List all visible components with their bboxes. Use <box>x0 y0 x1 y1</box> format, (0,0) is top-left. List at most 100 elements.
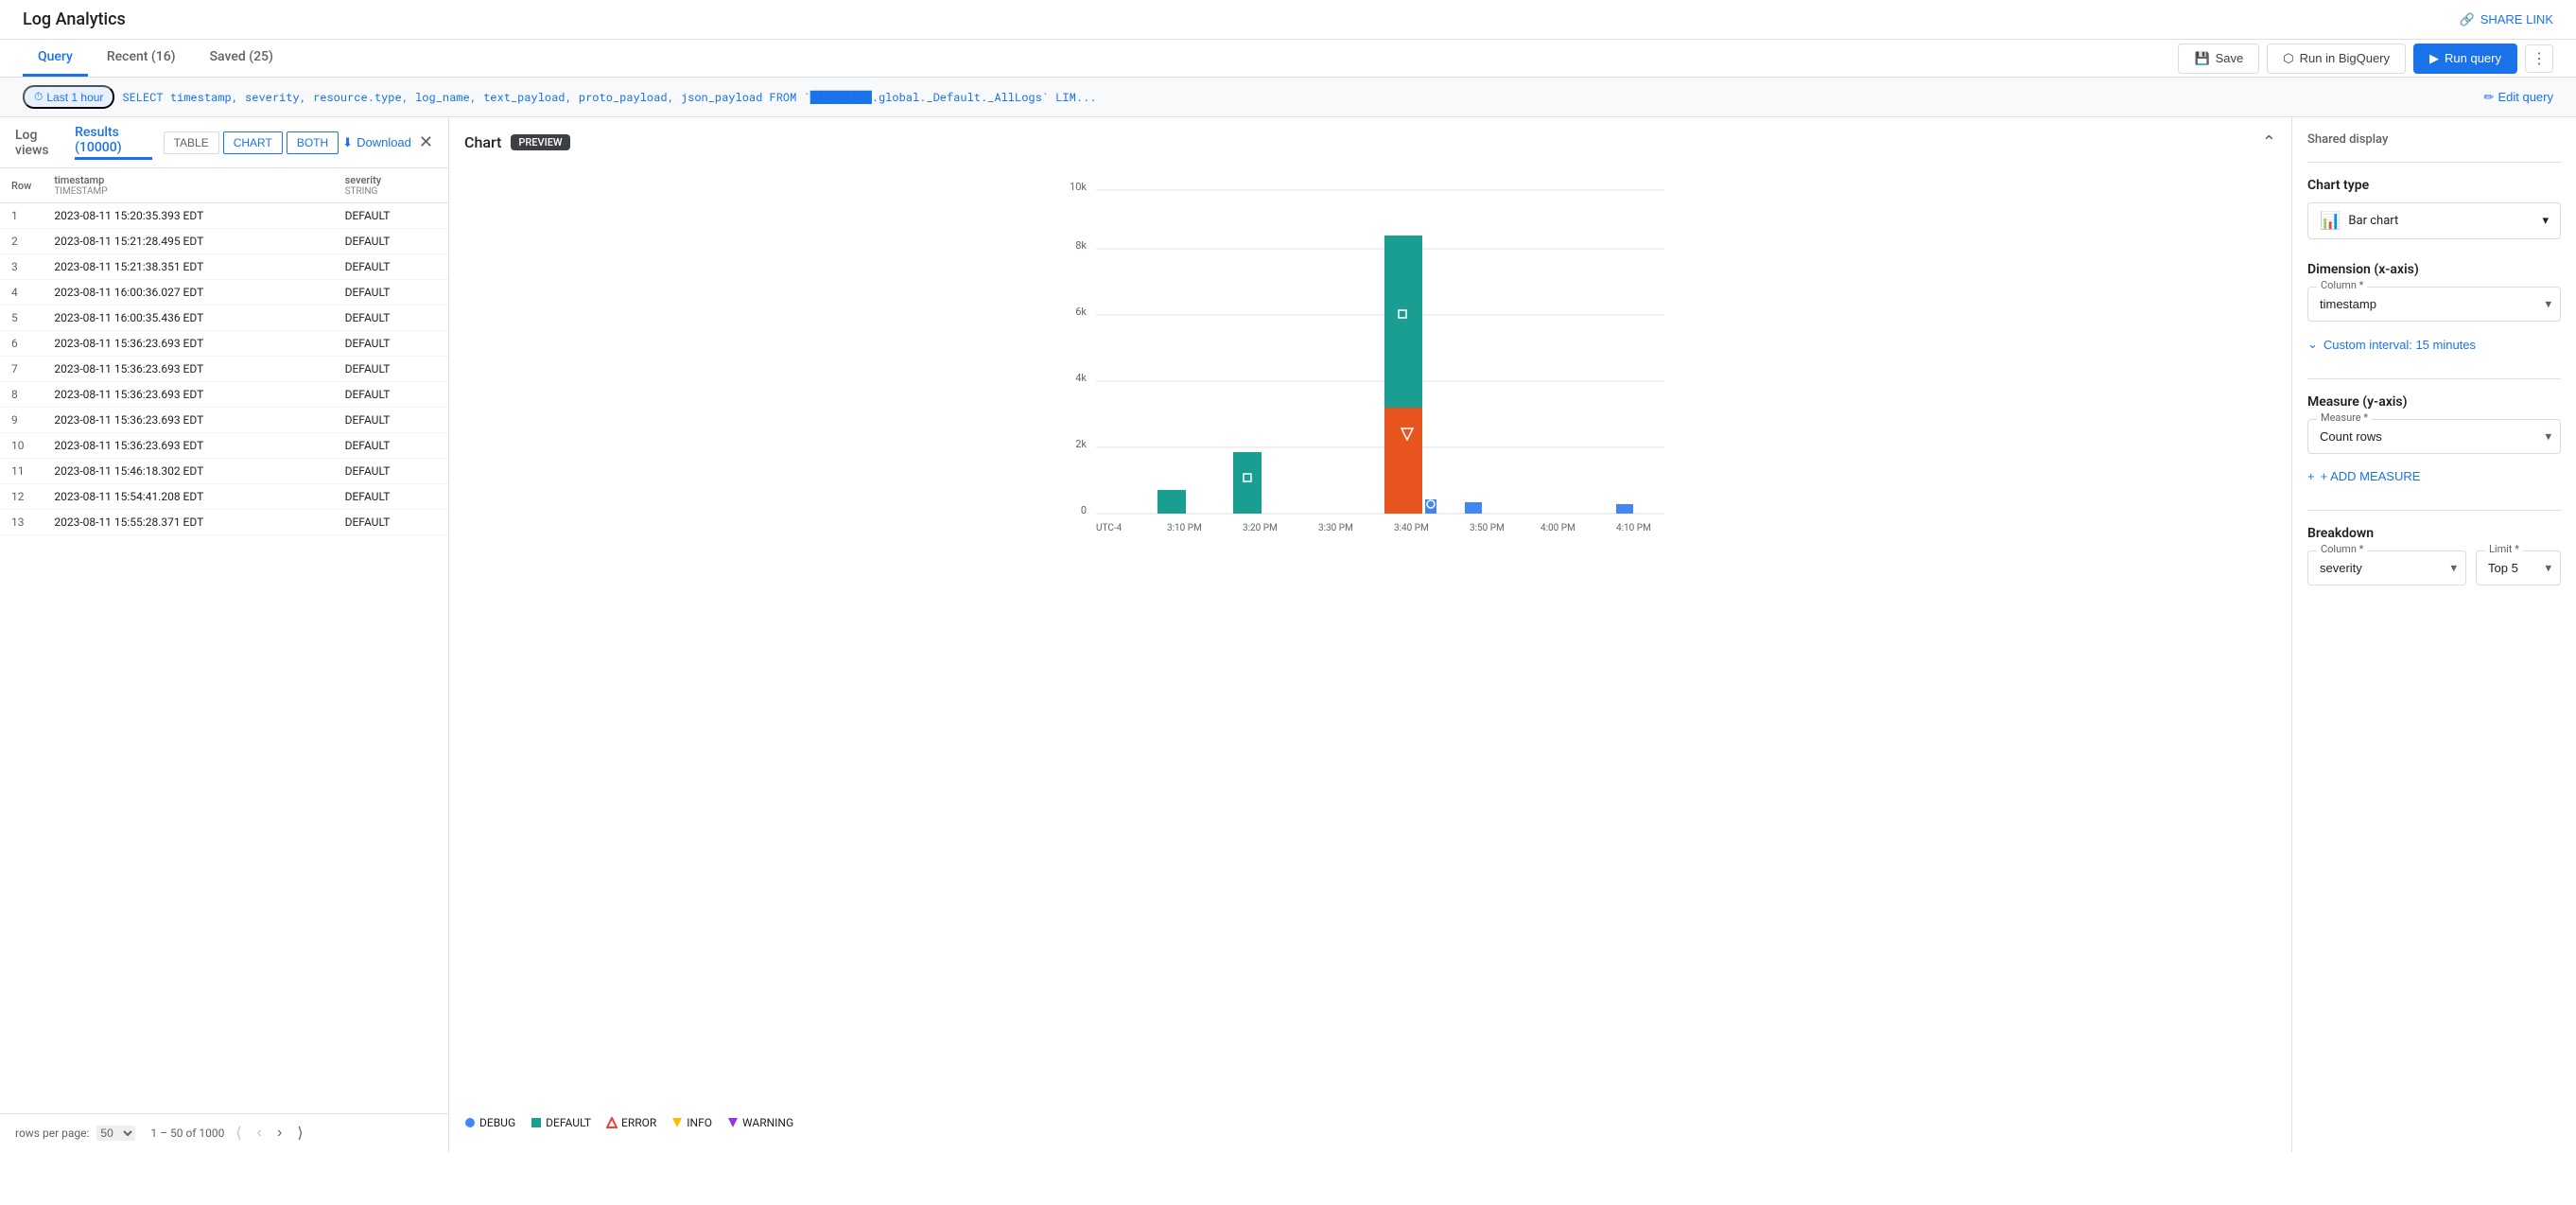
legend-debug[interactable]: DEBUG <box>464 1116 515 1129</box>
svg-text:3:20 PM: 3:20 PM <box>1243 523 1278 533</box>
table-row[interactable]: 3 2023-08-11 15:21:38.351 EDT DEFAULT <box>0 254 448 280</box>
nav-actions: 💾 Save ⬡ Run in BigQuery ▶ Run query ⋮ <box>2178 44 2553 74</box>
cell-timestamp: 2023-08-11 15:21:38.351 EDT <box>43 254 333 280</box>
svg-text:2k: 2k <box>1075 438 1087 450</box>
first-page-button[interactable]: ⟨ <box>232 1122 245 1144</box>
legend-default[interactable]: DEFAULT <box>531 1116 591 1129</box>
cell-timestamp: 2023-08-11 15:36:23.693 EDT <box>43 357 333 382</box>
dimension-column-select[interactable]: timestamp <box>2307 287 2561 322</box>
table-row[interactable]: 6 2023-08-11 15:36:23.693 EDT DEFAULT <box>0 331 448 357</box>
chart-title: Chart <box>464 133 501 151</box>
table-row[interactable]: 1 2023-08-11 15:20:35.393 EDT DEFAULT <box>0 203 448 229</box>
last-page-button[interactable]: ⟩ <box>293 1122 306 1144</box>
app-title: Log Analytics <box>23 9 126 29</box>
cell-severity: DEFAULT <box>334 306 448 331</box>
cell-severity: DEFAULT <box>334 280 448 306</box>
close-panel-button[interactable]: ✕ <box>419 132 433 152</box>
edit-query-button[interactable]: ✏ Edit query <box>2484 90 2553 105</box>
svg-text:3:30 PM: 3:30 PM <box>1318 523 1353 533</box>
breakdown-title: Breakdown <box>2307 526 2561 541</box>
info-legend-icon <box>671 1117 683 1128</box>
cell-timestamp: 2023-08-11 15:55:28.371 EDT <box>43 510 333 535</box>
table-row[interactable]: 8 2023-08-11 15:36:23.693 EDT DEFAULT <box>0 382 448 408</box>
rows-per-page-label: rows per page: <box>15 1126 89 1140</box>
breakdown-column-select[interactable]: severity <box>2307 550 2466 585</box>
results-header: Log views Results (10000) TABLE CHART BO… <box>0 117 448 168</box>
prev-page-button[interactable]: ‹ <box>253 1123 266 1144</box>
chart-type-value: Bar chart <box>2348 214 2542 228</box>
cell-timestamp: 2023-08-11 15:36:23.693 EDT <box>43 382 333 408</box>
breakdown-column-label: Column * <box>2317 543 2367 555</box>
cell-timestamp: 2023-08-11 15:21:28.495 EDT <box>43 229 333 254</box>
cell-severity: DEFAULT <box>334 203 448 229</box>
svg-text:8k: 8k <box>1075 239 1087 252</box>
cell-severity: DEFAULT <box>334 331 448 357</box>
center-panel: Chart PREVIEW ⌃ 0 2k 4k 6k 8k 10k <box>449 117 2292 1152</box>
table-row[interactable]: 4 2023-08-11 16:00:36.027 EDT DEFAULT <box>0 280 448 306</box>
cell-timestamp: 2023-08-11 15:36:23.693 EDT <box>43 408 333 433</box>
link-icon: 🔗 <box>2460 12 2475 27</box>
table-row[interactable]: 2 2023-08-11 15:21:28.495 EDT DEFAULT <box>0 229 448 254</box>
share-link-button[interactable]: 🔗 SHARE LINK <box>2460 12 2554 27</box>
chart-expand-button[interactable]: ⌃ <box>2262 132 2276 152</box>
next-page-button[interactable]: › <box>273 1123 286 1144</box>
svg-text:0: 0 <box>1081 504 1087 516</box>
results-tab[interactable]: Results (10000) <box>75 125 152 160</box>
chart-view-button[interactable]: CHART <box>223 131 283 154</box>
table-row[interactable]: 5 2023-08-11 16:00:35.436 EDT DEFAULT <box>0 306 448 331</box>
cell-timestamp: 2023-08-11 16:00:35.436 EDT <box>43 306 333 331</box>
both-view-button[interactable]: BOTH <box>287 131 339 154</box>
page-size-select[interactable]: 50 100 200 <box>96 1126 135 1141</box>
debug-legend-icon <box>464 1117 476 1128</box>
cell-timestamp: 2023-08-11 15:36:23.693 EDT <box>43 331 333 357</box>
breakdown-limit-select[interactable]: Top 5 Top 10 Top 20 <box>2476 550 2561 585</box>
measure-select[interactable]: Count rows <box>2307 419 2561 454</box>
cell-row-num: 11 <box>0 459 43 484</box>
breakdown-row: Column * severity ▾ Limit * Top 5 Top 10… <box>2307 550 2561 585</box>
time-range-button[interactable]: ⏱ Last 1 hour <box>23 85 114 109</box>
cell-row-num: 1 <box>0 203 43 229</box>
run-bigquery-button[interactable]: ⬡ Run in BigQuery <box>2267 44 2406 74</box>
table-row[interactable]: 13 2023-08-11 15:55:28.371 EDT DEFAULT <box>0 510 448 535</box>
tab-saved[interactable]: Saved (25) <box>195 40 288 77</box>
legend-info[interactable]: INFO <box>671 1116 712 1129</box>
cell-row-num: 5 <box>0 306 43 331</box>
chart-type-select-row[interactable]: 📊 Bar chart ▾ <box>2307 202 2561 239</box>
table-row[interactable]: 11 2023-08-11 15:46:18.302 EDT DEFAULT <box>0 459 448 484</box>
chart-type-section: Chart type 📊 Bar chart ▾ <box>2307 178 2561 239</box>
table-row[interactable]: 10 2023-08-11 15:36:23.693 EDT DEFAULT <box>0 433 448 459</box>
plus-icon: + <box>2307 469 2315 483</box>
download-button[interactable]: ⬇ Download <box>342 135 411 150</box>
chart-type-field: 📊 Bar chart ▾ <box>2307 202 2561 239</box>
table-row[interactable]: 12 2023-08-11 15:54:41.208 EDT DEFAULT <box>0 484 448 510</box>
page-range-text: 1 – 50 of 1000 <box>150 1126 224 1140</box>
legend-error[interactable]: ERROR <box>606 1116 656 1129</box>
table-view-button[interactable]: TABLE <box>164 131 219 154</box>
save-icon: 💾 <box>2194 51 2209 66</box>
chart-legend: DEBUG DEFAULT ERROR INFO <box>464 1109 2276 1137</box>
save-button[interactable]: 💾 Save <box>2178 44 2259 74</box>
query-bar: ⏱ Last 1 hour SELECT timestamp, severity… <box>0 78 2576 117</box>
col-header-row: Row <box>0 168 43 203</box>
breakdown-limit-field: Limit * Top 5 Top 10 Top 20 ▾ <box>2476 550 2561 585</box>
table-row[interactable]: 7 2023-08-11 15:36:23.693 EDT DEFAULT <box>0 357 448 382</box>
svg-text:4:10 PM: 4:10 PM <box>1616 523 1651 533</box>
add-measure-button[interactable]: + + ADD MEASURE <box>2307 465 2420 487</box>
tab-recent[interactable]: Recent (16) <box>92 40 191 77</box>
play-icon: ▶ <box>2429 51 2439 66</box>
table-scroll[interactable]: Row timestampTIMESTAMP severitySTRING 1 … <box>0 168 448 1113</box>
measure-title: Measure (y-axis) <box>2307 394 2561 410</box>
col-header-timestamp: timestampTIMESTAMP <box>43 168 333 203</box>
legend-warning[interactable]: WARNING <box>727 1116 793 1129</box>
tab-query[interactable]: Query <box>23 40 88 77</box>
cell-severity: DEFAULT <box>334 382 448 408</box>
query-text: SELECT timestamp, severity, resource.typ… <box>122 90 2476 105</box>
run-query-button[interactable]: ▶ Run query <box>2413 44 2517 74</box>
cell-row-num: 9 <box>0 408 43 433</box>
chart-header: Chart PREVIEW ⌃ <box>464 132 2276 152</box>
custom-interval-button[interactable]: ⌄ Custom interval: 15 minutes <box>2307 333 2476 356</box>
table-row[interactable]: 9 2023-08-11 15:36:23.693 EDT DEFAULT <box>0 408 448 433</box>
svg-text:10k: 10k <box>1070 181 1087 193</box>
cell-row-num: 10 <box>0 433 43 459</box>
more-options-button[interactable]: ⋮ <box>2525 44 2553 73</box>
